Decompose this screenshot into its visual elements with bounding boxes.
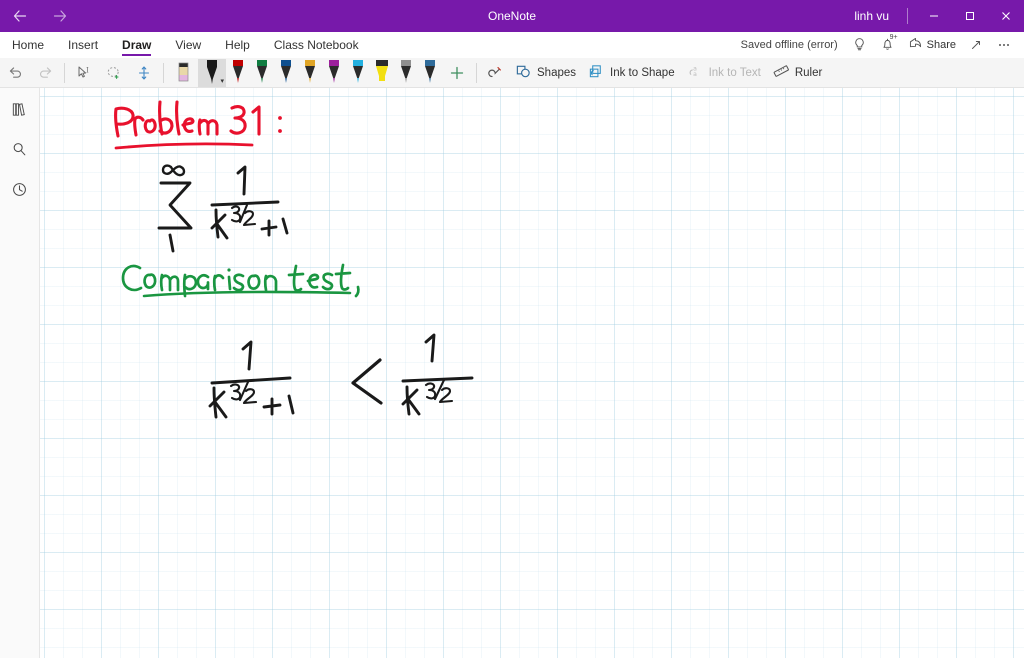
eraser-icon[interactable]	[168, 59, 198, 87]
ribbon-tab-bar: Home Insert Draw View Help Class Noteboo…	[0, 32, 1024, 58]
lasso-select-icon[interactable]	[99, 59, 129, 87]
close-button[interactable]	[988, 0, 1024, 32]
diagonal-arrow-icon[interactable]	[962, 32, 990, 58]
inequality-expression	[208, 333, 474, 419]
bell-icon[interactable]: 9+	[874, 32, 902, 58]
highlighter-yellow[interactable]	[370, 59, 394, 87]
minimize-button[interactable]	[916, 0, 952, 32]
ruler-icon	[773, 63, 790, 83]
back-icon[interactable]	[0, 0, 40, 32]
toolbar-divider	[64, 62, 65, 83]
pen-black[interactable]: ▾	[198, 58, 226, 87]
pen-blue[interactable]	[274, 59, 298, 87]
share-icon	[908, 36, 923, 54]
pen-green[interactable]	[250, 59, 274, 87]
tab-view[interactable]: View	[163, 32, 213, 57]
undo-icon[interactable]	[0, 59, 30, 87]
account-name[interactable]: linh vu	[844, 9, 899, 23]
pen-settings-icon[interactable]	[481, 59, 511, 87]
heading-underline	[114, 142, 254, 150]
tab-insert[interactable]: Insert	[56, 32, 110, 57]
pen-gray[interactable]	[394, 59, 418, 87]
comparison-test-underline	[142, 290, 352, 298]
svg-text:I: I	[86, 66, 89, 74]
titlebar-divider	[907, 8, 908, 24]
chevron-down-icon[interactable]: ▾	[220, 77, 224, 85]
ruler-button[interactable]: Ruler	[769, 59, 830, 87]
ink-to-text-icon: aa	[687, 63, 704, 83]
maximize-button[interactable]	[952, 0, 988, 32]
title-bar: OneNote linh vu	[0, 0, 1024, 32]
window-controls-group: linh vu	[844, 0, 1024, 32]
heading-problem-31	[114, 100, 282, 138]
ink-to-shape-icon	[588, 63, 605, 83]
ink-strokes	[114, 100, 474, 419]
tab-draw[interactable]: Draw	[110, 32, 163, 57]
ink-to-shape-button[interactable]: Ink to Shape	[584, 59, 683, 87]
left-sidebar	[0, 88, 40, 658]
search-icon[interactable]	[5, 136, 35, 162]
series-expression	[157, 164, 289, 253]
pen-gold[interactable]	[298, 59, 322, 87]
toolbar-divider-2	[163, 62, 164, 83]
note-canvas[interactable]	[40, 88, 1024, 658]
pan-icon[interactable]	[129, 59, 159, 87]
ink-to-text-button[interactable]: aa Ink to Text	[683, 59, 769, 87]
pen-red[interactable]	[226, 59, 250, 87]
shapes-button[interactable]: Shapes	[511, 59, 584, 87]
svg-text:a: a	[693, 71, 697, 78]
save-status: Saved offline (error)	[740, 38, 838, 51]
ruler-label: Ruler	[794, 66, 823, 79]
ribbon-right-group: Saved offline (error) 9+ Share	[733, 32, 1024, 57]
toolbar-divider-3	[476, 62, 477, 83]
shapes-icon	[515, 63, 532, 83]
lightbulb-icon[interactable]	[846, 32, 874, 58]
ink-to-text-label: Ink to Text	[708, 66, 761, 79]
pen-magenta[interactable]	[322, 59, 346, 87]
redo-icon[interactable]	[30, 59, 60, 87]
pen-cyan[interactable]	[346, 59, 370, 87]
app-body	[0, 88, 1024, 658]
tab-help[interactable]: Help	[213, 32, 262, 57]
draw-toolbar: I ▾ Shapes Ink to Shape a a Ink to Text …	[0, 58, 1024, 88]
type-select-icon[interactable]: I	[69, 59, 99, 87]
pen-steel-blue[interactable]	[418, 59, 442, 87]
forward-icon[interactable]	[40, 0, 80, 32]
shapes-label: Shapes	[537, 66, 577, 79]
ink-to-shape-label: Ink to Shape	[610, 66, 675, 79]
recent-icon[interactable]	[5, 176, 35, 202]
ellipsis-icon[interactable]	[990, 32, 1018, 58]
tab-home[interactable]: Home	[0, 32, 56, 57]
tab-class-notebook[interactable]: Class Notebook	[262, 32, 371, 57]
share-button[interactable]: Share	[902, 36, 962, 54]
bell-badge: 9+	[889, 33, 898, 41]
share-label: Share	[926, 38, 956, 51]
add-pen-icon[interactable]	[442, 59, 472, 87]
notebooks-icon[interactable]	[5, 96, 35, 122]
